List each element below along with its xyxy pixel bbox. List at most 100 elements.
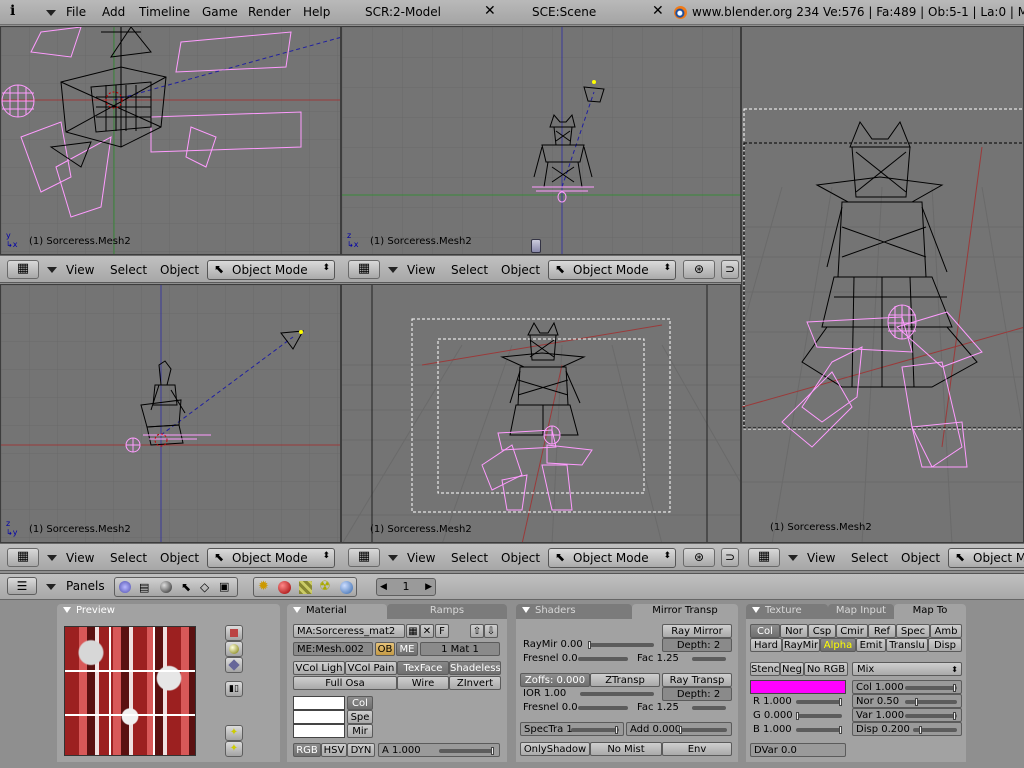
scene-delete-icon[interactable]: ✕: [652, 3, 664, 19]
me-link-button[interactable]: ME: [396, 642, 418, 656]
menu-object[interactable]: Object: [501, 263, 540, 277]
ztransp-button[interactable]: ZTransp: [590, 673, 660, 687]
material-delete-icon[interactable]: ✕: [420, 624, 434, 638]
fac-slider[interactable]: Fac 1.25: [634, 701, 732, 715]
color-swatch-spe[interactable]: [293, 710, 345, 724]
dyn-button[interactable]: DYN: [347, 743, 375, 757]
menu-object[interactable]: Object: [160, 551, 199, 565]
preview-panel-tab[interactable]: Preview: [57, 604, 280, 619]
map-emit-button[interactable]: Emit: [856, 638, 886, 652]
rgb-button[interactable]: RGB: [293, 743, 321, 757]
header-collapse-icon[interactable]: [388, 555, 398, 561]
scene-selector[interactable]: SCE:Scene: [532, 5, 596, 19]
preview-sphere-button[interactable]: [225, 641, 243, 657]
neg-button[interactable]: Neg: [780, 662, 804, 676]
menu-game[interactable]: Game: [202, 5, 238, 19]
full-osa-button[interactable]: Full Osa: [293, 676, 397, 690]
draw-type-button[interactable]: ⊛: [683, 260, 715, 279]
ray-mirror-button[interactable]: Ray Mirror: [662, 624, 732, 638]
editor-type-button[interactable]: ▦: [348, 548, 380, 567]
draw-type-button[interactable]: ⊛: [683, 548, 715, 567]
g-slider[interactable]: G 0.000: [750, 709, 846, 723]
menu-object[interactable]: Object: [160, 263, 199, 277]
viewport-right[interactable]: (1) Sorceress.Mesh2: [741, 26, 1024, 543]
texture-button-icon[interactable]: [299, 581, 312, 594]
object-mode-dropdown[interactable]: ⬉ Object Mode ⬍: [207, 260, 335, 280]
map-translu-button[interactable]: Translu: [886, 638, 928, 652]
shadeless-button[interactable]: Shadeless: [449, 661, 501, 675]
world-button-icon[interactable]: [340, 581, 353, 594]
menu-select[interactable]: Select: [110, 263, 147, 277]
viewport-top-middle[interactable]: z ↳x (1) Sorceress.Mesh2: [341, 26, 741, 255]
dvar-slider[interactable]: DVar 0.0: [750, 743, 846, 757]
vcol-light-button[interactable]: VCol Ligh: [293, 661, 345, 675]
menu-select[interactable]: Select: [451, 263, 488, 277]
frame-stepper[interactable]: ◀ 1 ▶: [376, 578, 436, 596]
b-slider[interactable]: B 1.000: [750, 723, 846, 737]
menu-view[interactable]: View: [66, 551, 94, 565]
menu-select[interactable]: Select: [110, 551, 147, 565]
scene-icon[interactable]: ▣: [219, 580, 229, 593]
material-browse-icon[interactable]: ▦: [406, 624, 420, 638]
object-mode-dropdown[interactable]: ⬉ Object M: [948, 548, 1024, 568]
material-panel-tab[interactable]: Material: [287, 604, 387, 619]
alpha-slider[interactable]: A 1.000: [378, 743, 500, 757]
disp-factor-slider[interactable]: Disp 0.200: [852, 722, 962, 736]
spe-button[interactable]: Spe: [347, 710, 373, 724]
mir-button[interactable]: Mir: [347, 724, 373, 738]
fresnel-slider[interactable]: Fresnel 0.0: [520, 701, 632, 715]
editor-type-button[interactable]: ▦: [7, 260, 39, 279]
header-collapse-icon[interactable]: [388, 267, 398, 273]
decrement-arrow-icon[interactable]: ◀: [380, 579, 387, 595]
map-raymir-button[interactable]: RayMir: [782, 638, 820, 652]
material-index-stepper[interactable]: 1 Mat 1: [420, 642, 500, 656]
map-csp-button[interactable]: Csp: [808, 624, 836, 638]
material-name-field[interactable]: MA:Sorceress_mat2: [293, 624, 405, 638]
mirror-transp-panel-tab[interactable]: Mirror Transp: [632, 604, 738, 619]
menu-view[interactable]: View: [407, 263, 435, 277]
info-icon[interactable]: i: [10, 3, 15, 19]
ior-slider[interactable]: IOR 1.00: [520, 687, 660, 701]
spectra-slider[interactable]: SpecTra 1.: [520, 722, 624, 736]
logic-icon[interactable]: [119, 581, 131, 593]
fac-slider[interactable]: Fac 1.25: [634, 652, 732, 666]
editor-type-button[interactable]: ☰: [7, 577, 37, 595]
ob-link-button[interactable]: OB: [375, 642, 395, 656]
header-collapse-icon[interactable]: [46, 584, 56, 590]
menu-select[interactable]: Select: [851, 551, 888, 565]
map-amb-button[interactable]: Amb: [930, 624, 962, 638]
object-mode-dropdown[interactable]: ⬉ Object Mode ⬍: [207, 548, 335, 568]
hsv-button[interactable]: HSV: [321, 743, 347, 757]
map-cmir-button[interactable]: Cmir: [836, 624, 868, 638]
color-swatch-col[interactable]: [293, 696, 345, 710]
map-hard-button[interactable]: Hard: [750, 638, 782, 652]
header-collapse-icon[interactable]: [47, 555, 57, 561]
no-rgb-button[interactable]: No RGB: [804, 662, 848, 676]
zoffs-field[interactable]: Zoffs: 0.000: [520, 673, 590, 687]
menu-object[interactable]: Object: [501, 551, 540, 565]
add-slider[interactable]: Add 0.000: [626, 722, 732, 736]
map-alpha-button[interactable]: Alpha: [820, 638, 856, 652]
r-slider[interactable]: R 1.000: [750, 695, 846, 709]
map-disp-button[interactable]: Disp: [928, 638, 962, 652]
texture-color-swatch[interactable]: [750, 680, 846, 694]
panel-collapse-icon[interactable]: [752, 607, 760, 613]
shaders-panel-tab[interactable]: Shaders: [516, 604, 632, 619]
paste-material-icon[interactable]: ⇩: [484, 624, 498, 638]
viewport-bottom-left[interactable]: z ↳y (1) Sorceress.Mesh2: [0, 284, 341, 543]
script-icon[interactable]: ▤: [139, 581, 149, 594]
lamp-button-icon[interactable]: ✹: [258, 579, 269, 594]
raymir-slider[interactable]: RayMir 0.00: [520, 638, 660, 652]
map-col-button[interactable]: Col: [750, 624, 780, 638]
depth-field[interactable]: Depth: 2: [662, 638, 732, 652]
shading-icon[interactable]: [160, 581, 172, 593]
texface-button[interactable]: TexFace: [397, 661, 449, 675]
color-swatch-mir[interactable]: [293, 724, 345, 738]
ray-transp-button[interactable]: Ray Transp: [662, 673, 732, 687]
zinvert-button[interactable]: ZInvert: [449, 676, 501, 690]
preview-hyper-button[interactable]: ▮▯: [225, 681, 243, 697]
object-mode-dropdown[interactable]: ⬉ Object Mode ⬍: [548, 548, 676, 568]
menu-view[interactable]: View: [407, 551, 435, 565]
col-button[interactable]: Col: [347, 696, 373, 710]
ramps-panel-tab[interactable]: Ramps: [387, 604, 507, 619]
